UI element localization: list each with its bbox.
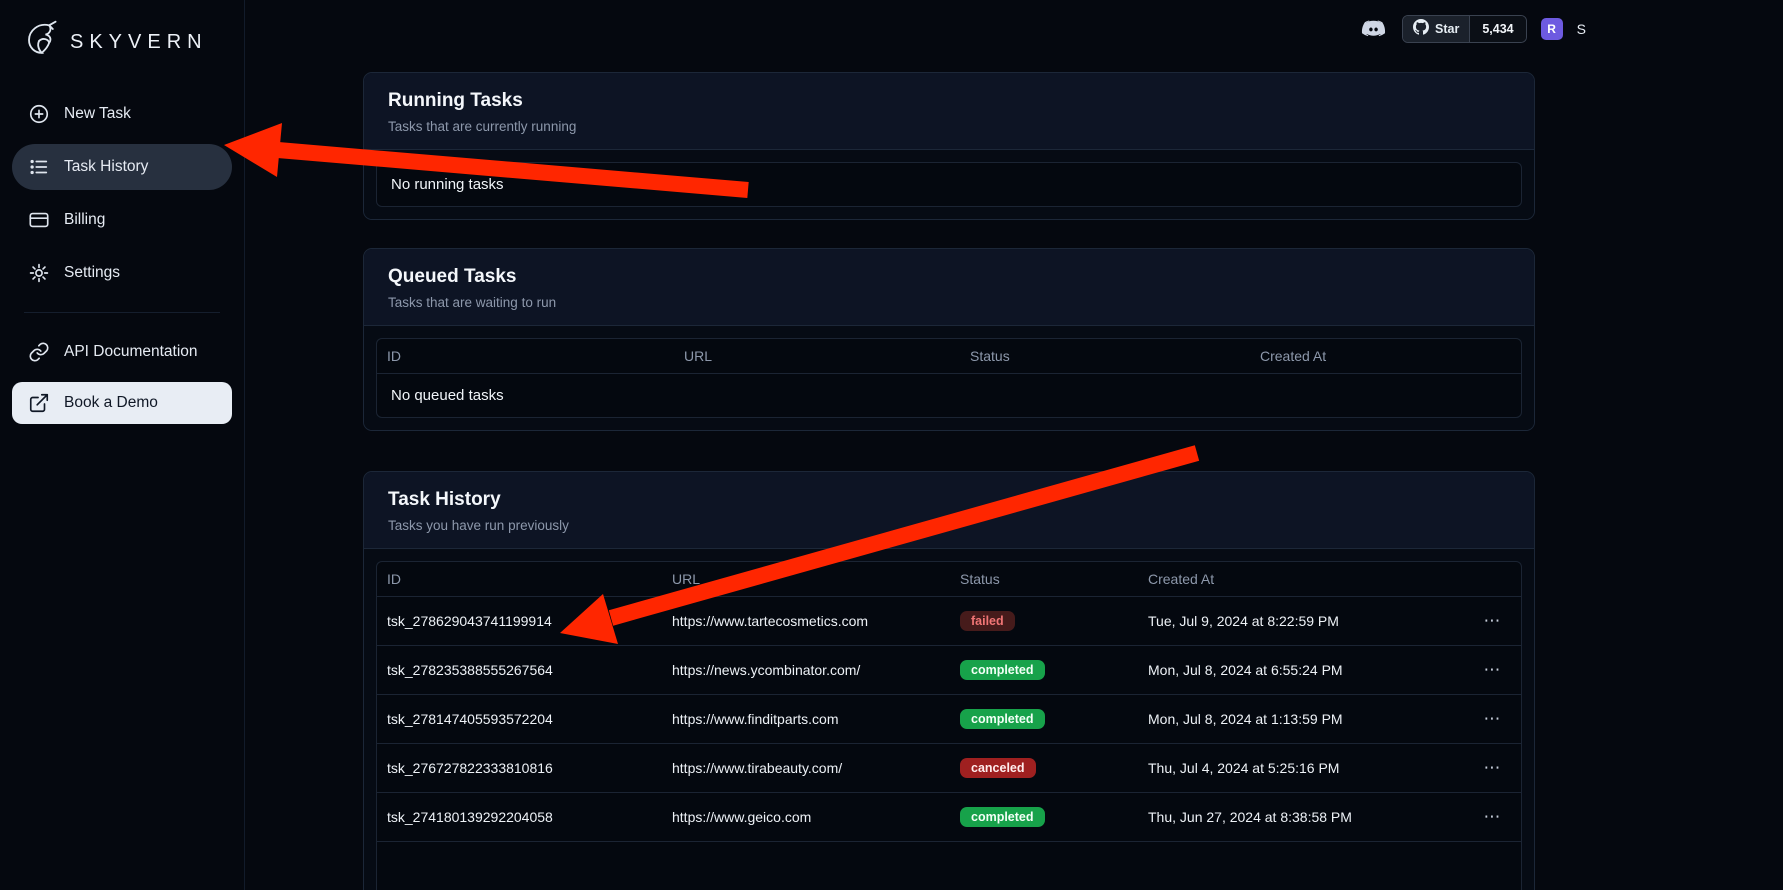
sidebar-divider (24, 312, 220, 313)
main-area: Running Tasks Tasks that are currently r… (245, 0, 1783, 890)
sidebar-item-new-task[interactable]: New Task (12, 91, 232, 137)
external-link-icon (28, 392, 50, 414)
task-history-table: ID URL Status Created At tsk_27862904374… (376, 561, 1522, 890)
task-id: tsk_276727822333810816 (377, 746, 662, 790)
book-a-demo-button[interactable]: Book a Demo (12, 382, 232, 424)
task-url: https://www.finditparts.com (662, 697, 950, 741)
table-row[interactable]: tsk_278147405593572204 https://www.findi… (377, 694, 1521, 743)
status-badge: completed (960, 709, 1045, 729)
gear-icon (28, 262, 50, 284)
col-header-url: URL (674, 339, 960, 373)
row-menu-icon[interactable]: ⋯ (1465, 646, 1521, 694)
task-url: https://www.tartecosmetics.com (662, 599, 950, 643)
col-header-url: URL (662, 562, 950, 596)
table-header-row: ID URL Status Created At (377, 339, 1521, 373)
running-tasks-table: No running tasks (376, 162, 1522, 207)
table-header-row: ID URL Status Created At (377, 562, 1521, 596)
task-url: https://www.tirabeauty.com/ (662, 746, 950, 790)
discord-icon[interactable] (1360, 15, 1388, 43)
running-tasks-card: Running Tasks Tasks that are currently r… (363, 72, 1535, 220)
skyvern-dragon-icon (18, 18, 62, 67)
sidebar-item-billing[interactable]: Billing (12, 197, 232, 243)
github-star-count: 5,434 (1469, 16, 1525, 42)
sidebar-item-label: Task History (64, 158, 148, 176)
table-row[interactable]: tsk_278629043741199914 https://www.tarte… (377, 596, 1521, 645)
col-header-id: ID (377, 562, 662, 596)
task-id: tsk_274180139292204058 (377, 795, 662, 839)
sidebar-item-task-history[interactable]: Task History (12, 144, 232, 190)
sidebar-item-label: Book a Demo (64, 394, 158, 412)
task-id: tsk_278629043741199914 (377, 599, 662, 643)
list-icon (28, 156, 50, 178)
github-star-label: Star (1435, 22, 1459, 36)
sidebar-item-label: New Task (64, 105, 131, 123)
col-header-actions (1465, 570, 1521, 588)
col-header-id: ID (377, 339, 674, 373)
brand-name: SKYVERN (70, 31, 208, 54)
sidebar-item-settings[interactable]: Settings (12, 250, 232, 296)
link-icon (28, 341, 50, 363)
col-header-status: Status (950, 562, 1138, 596)
table-filler (377, 841, 1521, 890)
github-star-left: Star (1403, 16, 1469, 42)
sidebar-item-label: Settings (64, 264, 120, 282)
running-tasks-subtitle: Tasks that are currently running (388, 119, 1510, 134)
task-created-at: Thu, Jun 27, 2024 at 8:38:58 PM (1138, 795, 1465, 839)
task-created-at: Mon, Jul 8, 2024 at 1:13:59 PM (1138, 697, 1465, 741)
col-header-created-at: Created At (1138, 562, 1465, 596)
row-menu-icon[interactable]: ⋯ (1465, 695, 1521, 743)
sidebar-item-label: API Documentation (64, 343, 198, 361)
queued-tasks-subtitle: Tasks that are waiting to run (388, 295, 1510, 310)
task-history-subtitle: Tasks you have run previously (388, 518, 1510, 533)
queued-tasks-title: Queued Tasks (388, 266, 1510, 288)
table-row[interactable]: tsk_274180139292204058 https://www.geico… (377, 792, 1521, 841)
sidebar-item-label: Billing (64, 211, 105, 229)
skyvern-logo[interactable]: SKYVERN (0, 14, 244, 83)
table-row[interactable]: tsk_278235388555267564 https://news.ycom… (377, 645, 1521, 694)
task-url: https://www.geico.com (662, 795, 950, 839)
sidebar-nav: New Task Task History Billing (0, 83, 244, 424)
github-star-button[interactable]: Star 5,434 (1402, 15, 1527, 43)
queued-tasks-card: Queued Tasks Tasks that are waiting to r… (363, 248, 1535, 431)
task-history-header: Task History Tasks you have run previous… (364, 472, 1534, 549)
task-created-at: Mon, Jul 8, 2024 at 6:55:24 PM (1138, 648, 1465, 692)
col-header-status: Status (960, 339, 1250, 373)
status-badge: failed (960, 611, 1015, 631)
task-created-at: Tue, Jul 9, 2024 at 8:22:59 PM (1138, 599, 1465, 643)
credit-card-icon (28, 209, 50, 231)
running-tasks-title: Running Tasks (388, 90, 1510, 112)
row-menu-icon[interactable]: ⋯ (1465, 744, 1521, 792)
truncated-user-text: S (1577, 21, 1586, 37)
topbar: Star 5,434 R S (1360, 15, 1586, 43)
status-badge: canceled (960, 758, 1036, 778)
task-history-title: Task History (388, 489, 1510, 511)
user-avatar[interactable]: R (1541, 18, 1563, 40)
github-icon (1413, 19, 1429, 40)
table-row[interactable]: tsk_276727822333810816 https://www.tirab… (377, 743, 1521, 792)
row-menu-icon[interactable]: ⋯ (1465, 597, 1521, 645)
col-header-created-at: Created At (1250, 339, 1521, 373)
sidebar-item-api-documentation[interactable]: API Documentation (12, 329, 232, 375)
task-id: tsk_278235388555267564 (377, 648, 662, 692)
running-tasks-empty: No running tasks (377, 163, 1521, 206)
queued-tasks-empty: No queued tasks (377, 374, 1521, 417)
queued-tasks-table: ID URL Status Created At No queued tasks (376, 338, 1522, 418)
row-menu-icon[interactable]: ⋯ (1465, 793, 1521, 841)
status-badge: completed (960, 660, 1045, 680)
task-created-at: Thu, Jul 4, 2024 at 5:25:16 PM (1138, 746, 1465, 790)
task-history-card: Task History Tasks you have run previous… (363, 471, 1535, 890)
sidebar: SKYVERN New Task Task History (0, 0, 245, 890)
task-id: tsk_278147405593572204 (377, 697, 662, 741)
status-badge: completed (960, 807, 1045, 827)
task-url: https://news.ycombinator.com/ (662, 648, 950, 692)
running-tasks-header: Running Tasks Tasks that are currently r… (364, 73, 1534, 150)
queued-tasks-header: Queued Tasks Tasks that are waiting to r… (364, 249, 1534, 326)
plus-circle-icon (28, 103, 50, 125)
